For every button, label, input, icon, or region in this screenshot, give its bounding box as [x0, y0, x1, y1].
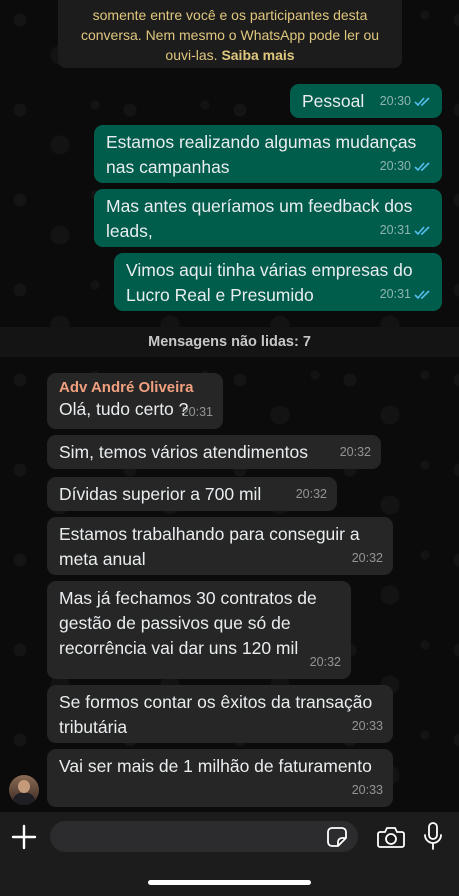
home-indicator[interactable] — [148, 880, 311, 885]
message-text: Vai ser mais de 1 milhão de faturamento — [59, 756, 372, 776]
message-meta: 20:31 — [182, 400, 213, 425]
message-text: Dívidas superior a 700 mil — [59, 484, 262, 504]
sender-name[interactable]: Adv André Oliveira — [59, 378, 211, 397]
message-meta: 20:30 — [380, 89, 432, 114]
incoming-message[interactable]: Mas já fechamos 30 contratos de gestão d… — [47, 581, 351, 679]
message-time: 20:31 — [181, 405, 213, 419]
message-meta: 20:33 — [352, 714, 383, 739]
avatar-head — [18, 780, 30, 793]
notice-line-2: conversa. Nem mesmo o WhatsApp pode ler … — [80, 27, 380, 43]
message-text: Mas já fechamos 30 contratos de — [59, 588, 317, 608]
encryption-notice[interactable]: somente entre você e os participantes de… — [58, 0, 402, 68]
message-meta: 20:31 — [380, 218, 432, 243]
message-meta: 20:31 — [380, 282, 432, 307]
message-time: 20:33 — [351, 719, 383, 733]
message-time: 20:32 — [339, 445, 371, 459]
notice-line-1: somente entre você e os participantes de… — [92, 7, 368, 23]
message-time: 20:30 — [379, 94, 411, 108]
incoming-message[interactable]: Estamos trabalhando para conseguir a met… — [47, 517, 393, 575]
double-check-icon — [414, 97, 430, 107]
outgoing-message[interactable]: Mas antes queríamos um feedback dos lead… — [94, 189, 442, 247]
learn-more-link[interactable]: Saiba mais — [221, 47, 294, 63]
message-time: 20:32 — [295, 487, 327, 501]
avatar-body — [13, 793, 35, 805]
message-meta: 20:32 — [352, 546, 383, 571]
message-meta: 20:33 — [352, 778, 383, 803]
message-meta: 20:32 — [310, 650, 341, 675]
message-text: Se formos contar os êxitos da transação — [59, 692, 373, 712]
camera-icon[interactable] — [377, 825, 405, 849]
message-text: Estamos realizando algumas mudanças — [106, 132, 417, 152]
outgoing-message[interactable]: Estamos realizando algumas mudanças nas … — [94, 125, 442, 183]
incoming-message[interactable]: Adv André Oliveira Olá, tudo certo ? 20:… — [47, 373, 223, 429]
message-time: 20:31 — [379, 223, 411, 237]
message-time: 20:32 — [309, 655, 341, 669]
incoming-message[interactable]: Vai ser mais de 1 milhão de faturamento … — [47, 749, 393, 807]
message-meta: 20:30 — [380, 154, 432, 179]
plus-icon[interactable] — [11, 824, 37, 850]
outgoing-message[interactable]: Pessoal 20:30 — [290, 84, 442, 118]
message-meta: 20:32 — [296, 482, 327, 507]
sticker-icon[interactable] — [326, 826, 348, 848]
double-check-icon — [414, 162, 430, 172]
notice-line-3: ouvi-las. Saiba mais — [165, 47, 295, 63]
incoming-message[interactable]: Dívidas superior a 700 mil 20:32 — [47, 477, 337, 511]
message-text: Sim, temos vários atendimentos — [59, 442, 308, 462]
message-text: recorrência vai dar uns 120 mil — [59, 638, 299, 658]
message-input[interactable] — [50, 821, 358, 852]
outgoing-message[interactable]: Vimos aqui tinha várias empresas do Lucr… — [114, 253, 442, 311]
sender-avatar[interactable] — [9, 775, 39, 805]
message-time: 20:31 — [379, 287, 411, 301]
message-text: tributária — [59, 717, 128, 737]
message-text: Vimos aqui tinha várias empresas do — [126, 260, 413, 280]
double-check-icon — [414, 226, 430, 236]
microphone-icon[interactable] — [424, 822, 442, 850]
message-meta: 20:32 — [340, 440, 371, 465]
message-text: gestão de passivos que só de — [59, 613, 291, 633]
unread-messages-divider: Mensagens não lidas: 7 — [0, 327, 459, 357]
message-text: Estamos trabalhando para conseguir a — [59, 524, 360, 544]
incoming-message[interactable]: Se formos contar os êxitos da transação … — [47, 685, 393, 743]
incoming-message[interactable]: Sim, temos vários atendimentos 20:32 — [47, 435, 381, 469]
message-text: meta anual — [59, 549, 146, 569]
message-time: 20:30 — [379, 159, 411, 173]
message-text: Mas antes queríamos um feedback dos — [106, 196, 413, 216]
double-check-icon — [414, 290, 430, 300]
message-time: 20:33 — [351, 783, 383, 797]
message-time: 20:32 — [351, 551, 383, 565]
